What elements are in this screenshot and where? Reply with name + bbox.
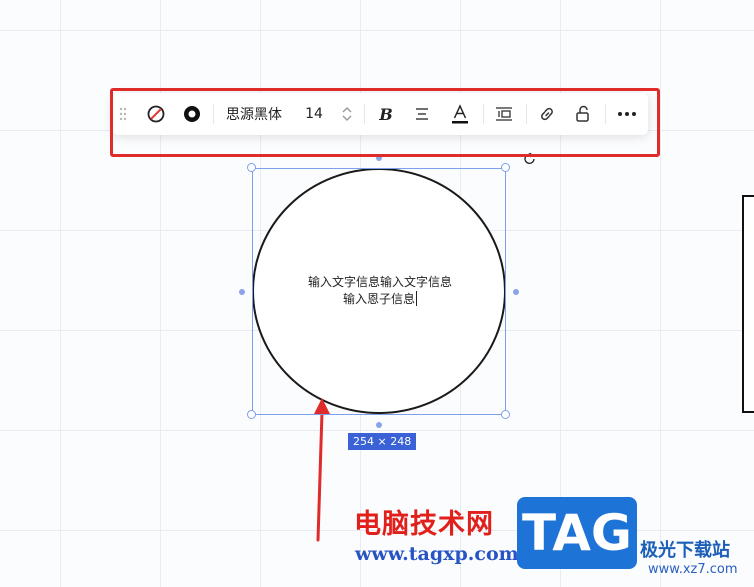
resize-handle-bottom-right[interactable] (501, 410, 510, 419)
annotation-highlight-box (110, 88, 660, 157)
watermark-logo: TAG (517, 497, 637, 569)
watermark-partner-url: www.xz7.com (648, 562, 738, 577)
annotation-arrow (314, 398, 330, 542)
watermark-site-name: 电脑技术网 (354, 509, 494, 540)
shape-text-line-2: 输入恩子信息 (342, 291, 417, 306)
resize-handle-bottom-left[interactable] (247, 410, 256, 419)
resize-handle-top-right[interactable] (501, 163, 510, 172)
connector-point-left[interactable] (239, 289, 245, 295)
shape-text[interactable]: 输入文字信息输入文字信息 输入恩子信息 (280, 274, 480, 308)
resize-handle-top-left[interactable] (247, 163, 256, 172)
connector-point-bottom[interactable] (376, 422, 382, 428)
text-caret (416, 291, 417, 306)
watermark-site-url: www.tagxp.com (355, 543, 519, 565)
shape-text-line-1: 输入文字信息输入文字信息 (307, 275, 452, 289)
watermark-partner-name: 极光下载站 (640, 540, 730, 561)
size-badge: 254 × 248 (348, 433, 417, 450)
connector-point-right[interactable] (513, 289, 519, 295)
